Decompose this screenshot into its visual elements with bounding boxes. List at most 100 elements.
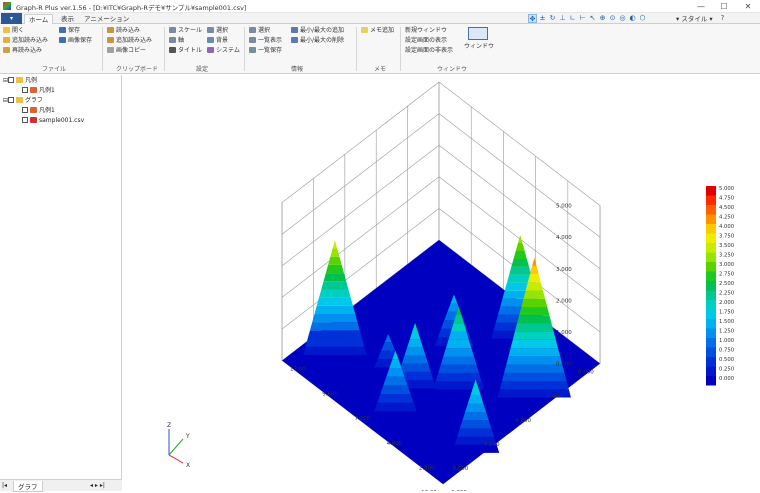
colorbar-label: 0.750 — [719, 348, 735, 354]
grid-line — [438, 113, 601, 238]
fit-icon[interactable]: ⊕ — [598, 14, 607, 23]
z-tick-label: 4.000 — [556, 235, 572, 241]
system-button[interactable]: システム — [207, 47, 240, 55]
minmax-delete-button[interactable]: 最小/最大の削除 — [291, 37, 344, 45]
tab-graph[interactable]: グラフ — [13, 481, 43, 492]
help-icon[interactable]: ? — [718, 14, 727, 23]
tab-home[interactable]: ホーム — [24, 14, 54, 24]
view-icon[interactable]: ◐ — [628, 14, 637, 23]
tab-animation[interactable]: アニメーション — [80, 14, 133, 24]
list-save-button[interactable]: 一覧保存 — [249, 47, 282, 55]
surface-peak-band — [303, 346, 367, 355]
surface-peak-band — [451, 323, 467, 332]
surface-peak-band — [312, 313, 358, 323]
minmax-add-button[interactable]: 最小/最大の追加 — [291, 27, 344, 35]
chart-view[interactable]: 0.000 1.000 2.000 3.000 4.000 5.000 0.000 2.400… — [123, 75, 760, 493]
clipboard-add-read-button[interactable]: 追加読み込み — [107, 37, 152, 45]
surface-peak-band — [515, 243, 525, 251]
y-tick-label: 2.400 — [419, 465, 435, 471]
checkbox[interactable] — [8, 97, 15, 103]
window-button[interactable]: ウィンドウ — [464, 43, 494, 51]
clipboard-icon — [107, 27, 114, 33]
surface-peak-band — [513, 250, 527, 259]
tree-file-item[interactable]: sample001.csv — [22, 117, 84, 125]
y-axis-indicator — [168, 438, 184, 456]
minimize-button[interactable]: — — [690, 0, 712, 13]
pointer-icon[interactable]: ↖ — [588, 14, 597, 23]
colorbar-swatch — [706, 319, 716, 329]
grid-line — [438, 81, 601, 206]
csv-file-icon — [30, 117, 37, 123]
surface-plot[interactable]: 0.000 1.000 2.000 3.000 4.000 5.000 0.000 2.400… — [123, 75, 760, 493]
checkbox[interactable] — [22, 107, 28, 113]
new-window-button[interactable]: 新規ウィンドウ — [405, 27, 447, 35]
maximize-button[interactable]: ☐ — [713, 0, 735, 13]
close-button[interactable]: ✕ — [737, 0, 759, 13]
y-tick-label: 9.600 — [322, 391, 338, 397]
surface-peak-band — [309, 322, 360, 331]
colorbar-label: 1.750 — [719, 310, 735, 316]
window-icon[interactable] — [468, 27, 488, 40]
scroll-first-icon[interactable]: |◂ — [2, 482, 7, 489]
zoom-icon[interactable]: ◎ — [618, 14, 627, 23]
scale-button[interactable]: スケール — [169, 27, 202, 35]
axis-3-icon[interactable]: ⊢ — [578, 14, 587, 23]
image-save-button[interactable]: 画像保存 — [59, 37, 92, 45]
add-load-button[interactable]: 追加読み込み — [3, 37, 48, 45]
surface-peak-band — [374, 402, 417, 412]
colorbar-swatch — [706, 243, 716, 253]
ribbon-separator — [356, 27, 357, 71]
folder-icon — [16, 97, 24, 103]
group-label-memo: メモ — [374, 66, 387, 73]
save-button[interactable]: 保存 — [59, 27, 80, 35]
z-tick-label: 5.000 — [556, 204, 572, 210]
surface-peak-band — [332, 240, 338, 249]
colorbar-swatch — [706, 357, 716, 367]
tree-graph-legend[interactable]: 凡例1 — [22, 107, 55, 115]
move-x-icon[interactable]: ± — [538, 14, 547, 23]
file-menu-button[interactable]: ▾ — [1, 13, 22, 24]
tree-graph-group[interactable]: ⊟ グラフ — [3, 97, 43, 105]
memo-add-button[interactable]: メモ追加 — [361, 27, 394, 35]
select-button[interactable]: 選択 — [207, 27, 228, 35]
checkbox[interactable] — [22, 117, 28, 123]
title-button[interactable]: タイトル — [169, 47, 202, 55]
checkbox[interactable] — [8, 77, 15, 83]
cube-icon[interactable]: ⬡ — [638, 14, 647, 23]
surface-peak-band — [512, 331, 556, 340]
colorbar-swatch — [706, 195, 716, 205]
scroll-nav-icon[interactable]: ◂ ▸ ▸| — [90, 482, 105, 489]
hide-settings-button[interactable]: 設定画面の非表示 — [405, 47, 453, 55]
tree-legend-group[interactable]: ⊟ 凡例 — [3, 77, 37, 85]
surface-peak-band — [443, 348, 474, 357]
checkbox[interactable] — [22, 87, 28, 93]
colorbar-swatch — [706, 224, 716, 234]
pan-icon[interactable]: ✥ — [528, 14, 537, 23]
rotate-icon[interactable]: ↻ — [548, 14, 557, 23]
style-menu[interactable]: ▾ スタイル ▾ — [676, 14, 713, 24]
tree-legend-item[interactable]: 凡例1 — [22, 87, 55, 95]
app-icon — [3, 2, 11, 10]
y-tick-label: 7.200 — [354, 416, 370, 422]
surface-peak-band — [325, 264, 344, 274]
title-icon — [169, 47, 176, 53]
colorbar-swatch — [706, 271, 716, 281]
tree-pane — [0, 75, 122, 491]
axis-button[interactable]: 軸 — [169, 37, 184, 45]
info-select-button[interactable]: 選択 — [249, 27, 270, 35]
group-label-settings: 設定 — [196, 66, 209, 73]
axis-icon[interactable]: ⊥ — [558, 14, 567, 23]
open-button[interactable]: 開く — [3, 27, 24, 35]
ribbon-separator — [244, 27, 245, 71]
zoom-in-icon[interactable]: ⊙ — [608, 14, 617, 23]
background-button[interactable]: 背景 — [207, 37, 228, 45]
clipboard-read-button[interactable]: 読み込み — [107, 27, 140, 35]
show-settings-button[interactable]: 設定画面の表示 — [405, 37, 447, 45]
axis-2-icon[interactable]: ∟ — [568, 14, 577, 23]
colorbar-label: 4.000 — [719, 224, 735, 230]
list-view-button[interactable]: 一覧表示 — [249, 37, 282, 45]
tab-view[interactable]: 表示 — [57, 14, 78, 24]
reload-button[interactable]: 再読み込み — [3, 47, 42, 55]
image-copy-button[interactable]: 画像コピー — [107, 47, 146, 55]
surface-peak-band — [514, 323, 554, 332]
